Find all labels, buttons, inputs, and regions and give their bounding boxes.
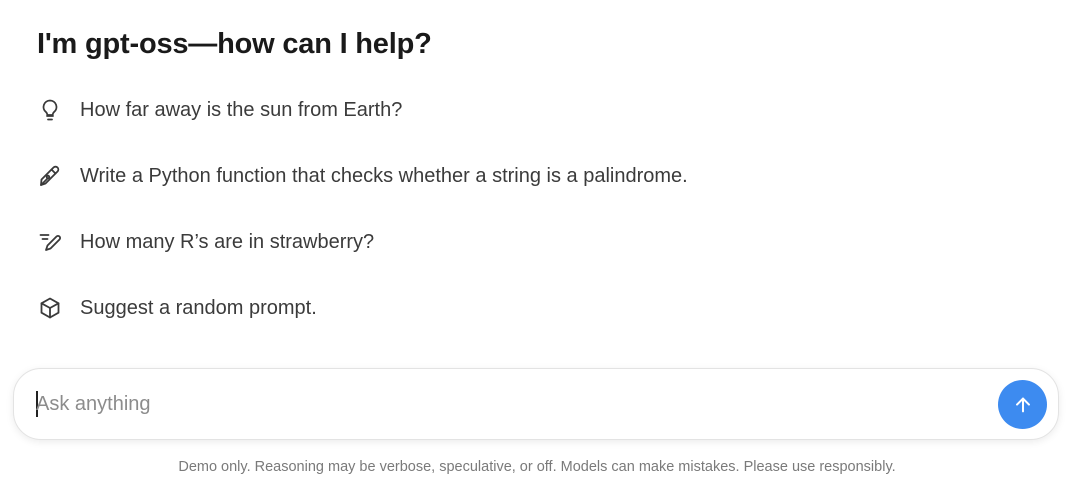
send-button[interactable] <box>998 380 1047 429</box>
arrow-up-icon <box>1015 397 1030 412</box>
disclaimer-text: Demo only. Reasoning may be verbose, spe… <box>178 459 896 475</box>
suggestion-label: Suggest a random prompt. <box>80 296 317 319</box>
suggestion-label: How far away is the sun from Earth? <box>80 98 403 121</box>
message-input[interactable] <box>36 387 976 421</box>
lightbulb-icon <box>36 96 64 124</box>
suggestion-item-palindrome[interactable]: Write a Python function that checks whet… <box>36 154 936 198</box>
suggestion-item-random-prompt[interactable]: Suggest a random prompt. <box>36 286 936 330</box>
suggestion-item-strawberry[interactable]: How many R’s are in strawberry? <box>36 220 936 264</box>
suggestion-label: Write a Python function that checks whet… <box>80 164 688 187</box>
chat-home: I'm gpt-oss—how can I help? How far away… <box>0 0 1080 490</box>
cube-icon <box>36 294 64 322</box>
suggestion-list: How far away is the sun from Earth? Writ… <box>36 88 936 352</box>
page-title: I'm gpt-oss—how can I help? <box>37 28 432 60</box>
message-composer <box>13 368 1059 440</box>
suggestion-item-sun-distance[interactable]: How far away is the sun from Earth? <box>36 88 936 132</box>
pen-nib-icon <box>36 162 64 190</box>
suggestion-label: How many R’s are in strawberry? <box>80 230 375 253</box>
pencil-lines-icon <box>36 228 64 256</box>
